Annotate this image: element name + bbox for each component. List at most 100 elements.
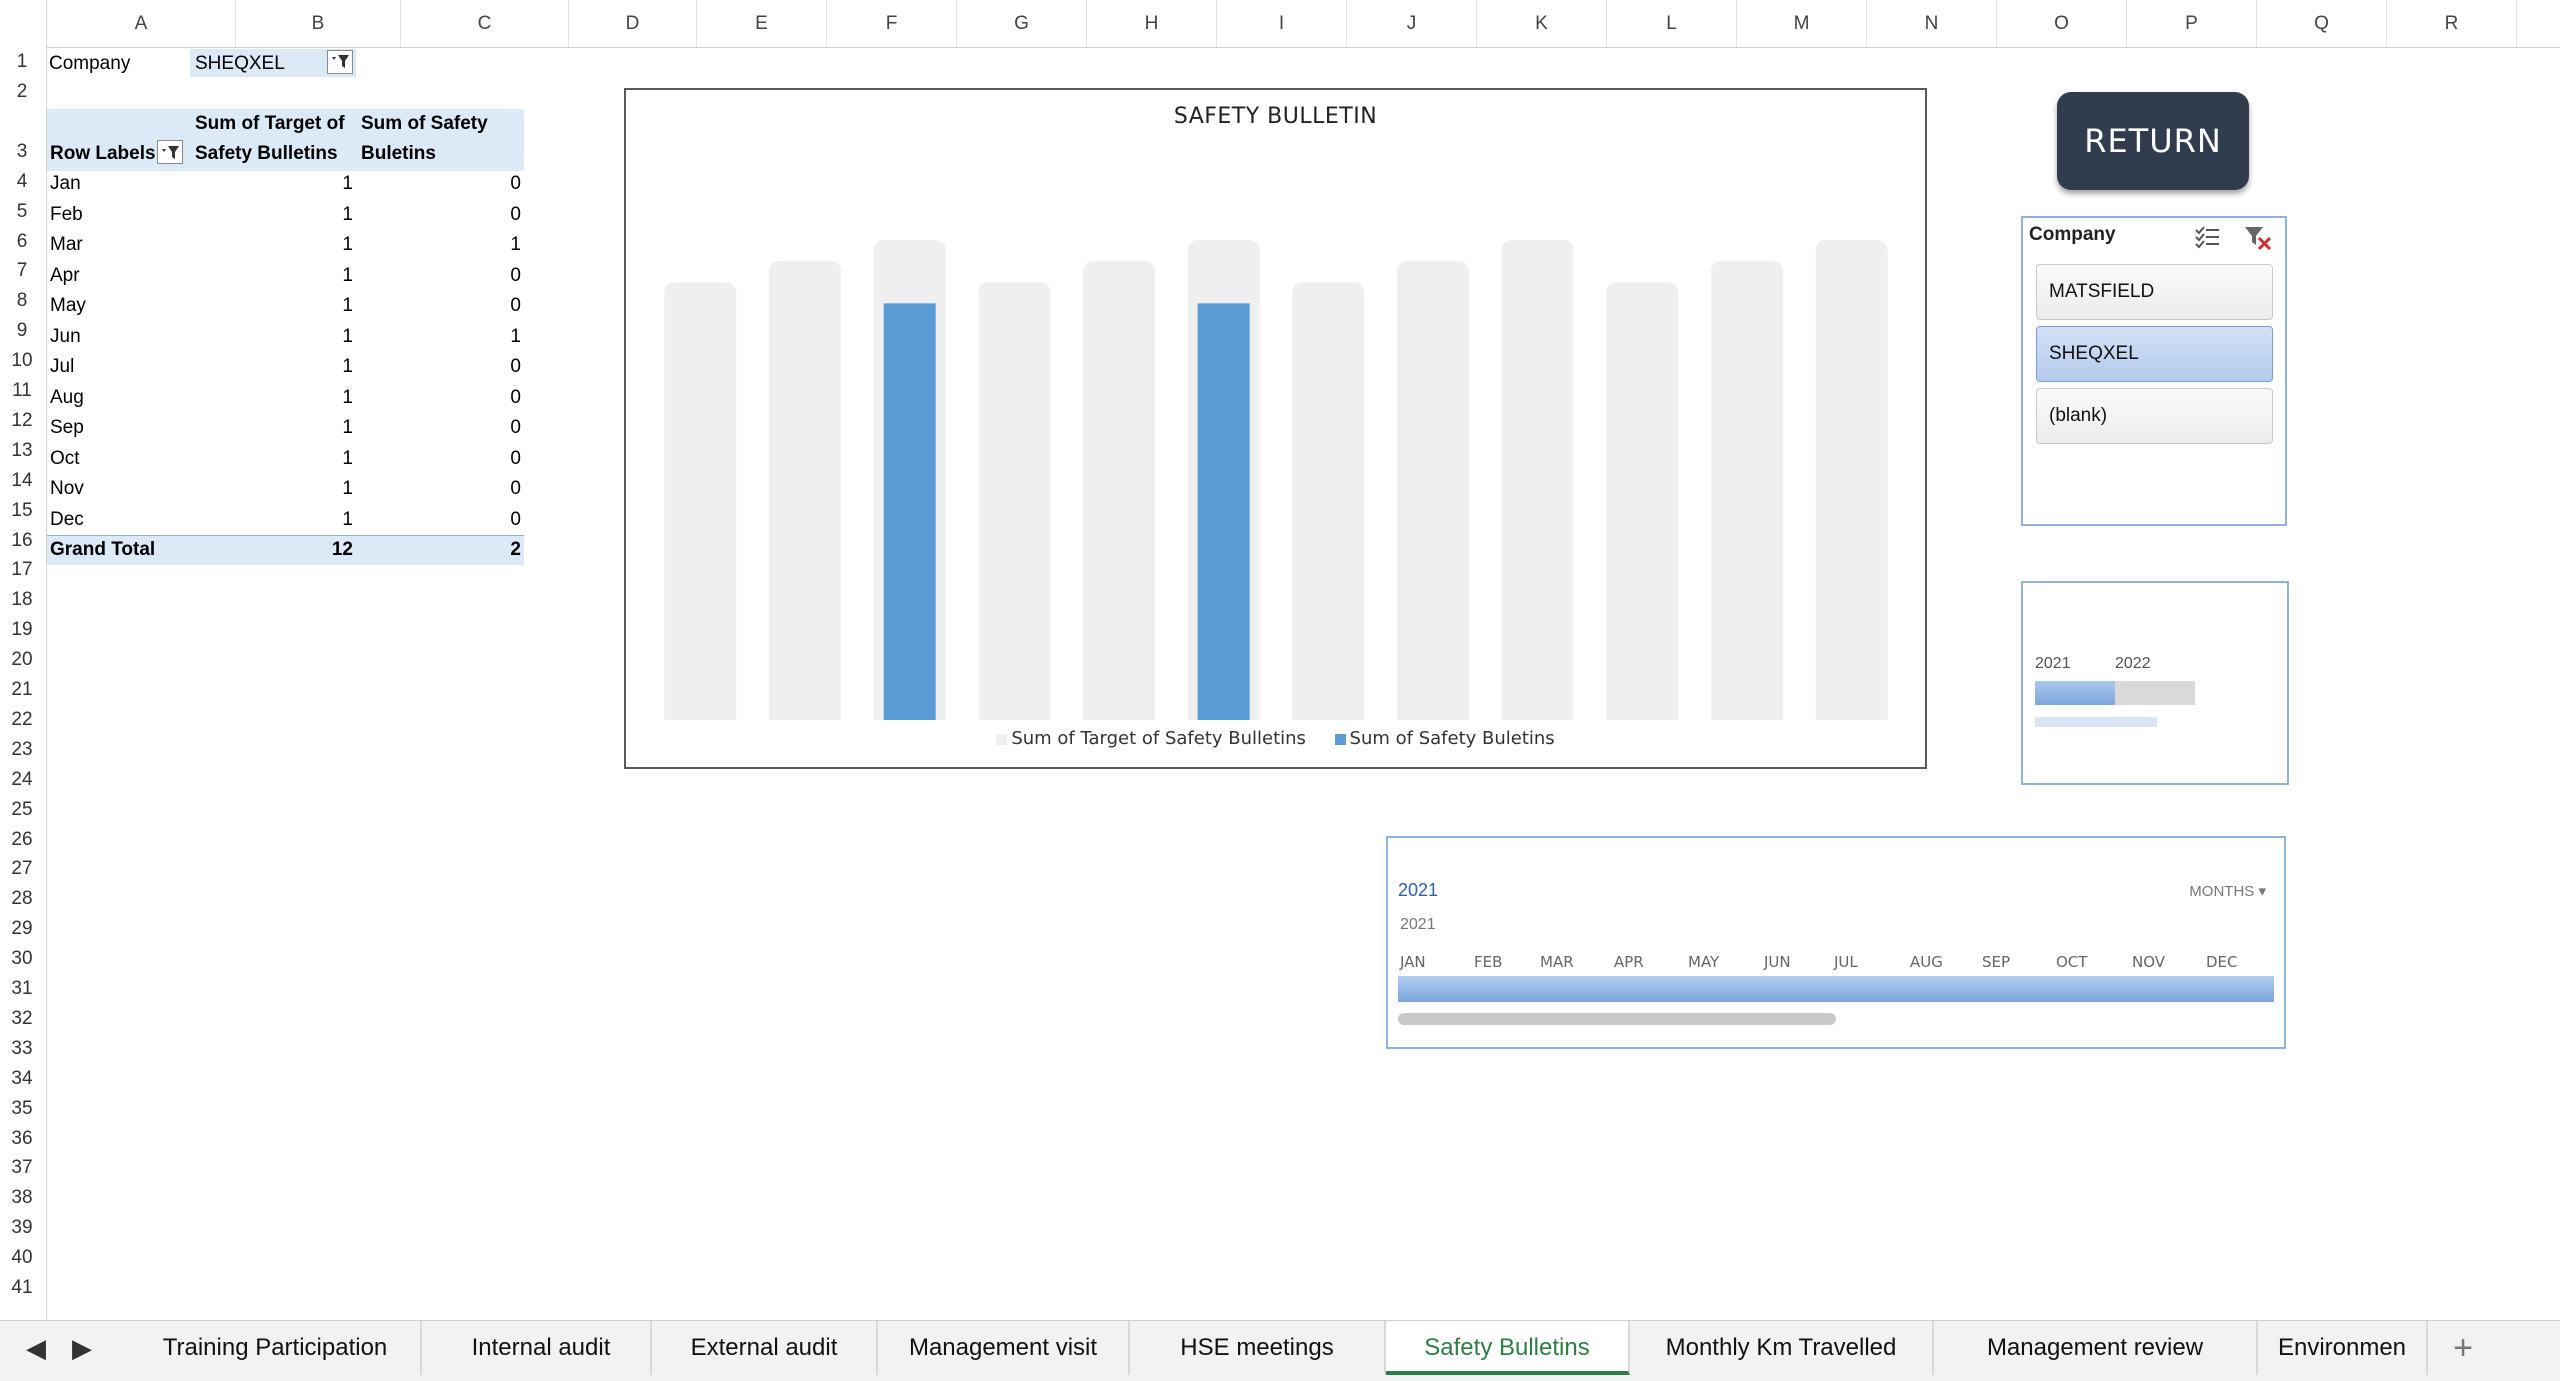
row-header-25[interactable]: 25 — [0, 795, 44, 825]
return-button[interactable]: RETURN — [2057, 92, 2249, 190]
bar-actual-jun[interactable] — [1197, 303, 1250, 720]
row-header-24[interactable]: 24 — [0, 765, 44, 795]
year-timeline[interactable]: 2021 2022 — [2021, 581, 2289, 785]
pivot-target-value[interactable]: 1 — [190, 444, 353, 474]
pivot-row-label[interactable]: Jan — [50, 169, 180, 199]
row-header-13[interactable]: 13 — [0, 436, 44, 466]
slicer-item-matsfield[interactable]: MATSFIELD — [2036, 264, 2273, 320]
column-header-o[interactable]: O — [1997, 0, 2127, 47]
pivot-sum-value[interactable]: 1 — [356, 322, 521, 352]
pivot-row-label[interactable]: Nov — [50, 474, 180, 504]
bar-target-nov[interactable] — [1711, 261, 1783, 720]
column-header-j[interactable]: J — [1347, 0, 1477, 47]
bar-target-oct[interactable] — [1606, 282, 1679, 720]
column-header-s[interactable]: S — [2517, 0, 2560, 47]
pivot-sum-value[interactable]: 0 — [356, 383, 521, 413]
row-header-33[interactable]: 33 — [0, 1034, 44, 1064]
pivot-target-value[interactable]: 1 — [190, 230, 353, 260]
slicer-item-sheqxel[interactable]: SHEQXEL — [2036, 326, 2273, 382]
tab-external-audit[interactable]: External audit — [652, 1321, 878, 1375]
pivot-row-label[interactable]: Oct — [50, 444, 180, 474]
pivot-sum-value[interactable]: 0 — [356, 505, 521, 535]
pivot-target-value[interactable]: 1 — [190, 169, 353, 199]
row-header-3[interactable]: 3 — [0, 107, 44, 167]
pivot-sum-value[interactable]: 0 — [356, 474, 521, 504]
timeline-scrollbar[interactable] — [1398, 1013, 1836, 1025]
pivot-row-label[interactable]: Mar — [50, 230, 180, 260]
row-header-39[interactable]: 39 — [0, 1213, 44, 1243]
timeline-month-jul[interactable]: JUL — [1834, 953, 1858, 971]
pivot-row-label[interactable]: Dec — [50, 505, 180, 535]
row-header-17[interactable]: 17 — [0, 555, 44, 585]
pivot-target-value[interactable]: 1 — [190, 261, 353, 291]
bar-target-aug[interactable] — [1397, 261, 1469, 720]
row-header-35[interactable]: 35 — [0, 1094, 44, 1124]
timeline-month-apr[interactable]: APR — [1614, 953, 1644, 971]
row-header-36[interactable]: 36 — [0, 1124, 44, 1154]
pivot-row-label[interactable]: Feb — [50, 200, 180, 230]
timeline-month-jun[interactable]: JUN — [1764, 953, 1791, 971]
column-header-r[interactable]: R — [2387, 0, 2517, 47]
pivot-target-value[interactable]: 1 — [190, 383, 353, 413]
timeline-month-sep[interactable]: SEP — [1982, 953, 2010, 971]
bar-target-jul[interactable] — [1292, 282, 1365, 720]
row-header-2[interactable]: 2 — [0, 77, 44, 107]
row-header-8[interactable]: 8 — [0, 286, 44, 316]
column-header-c[interactable]: C — [401, 0, 569, 47]
bar-actual-mar[interactable] — [883, 303, 936, 720]
pivot-sum-value[interactable]: 0 — [356, 261, 521, 291]
row-header-30[interactable]: 30 — [0, 944, 44, 974]
pivot-target-value[interactable]: 1 — [190, 352, 353, 382]
row-header-22[interactable]: 22 — [0, 705, 44, 735]
row-header-38[interactable]: 38 — [0, 1183, 44, 1213]
pivot-sum-value[interactable]: 0 — [356, 169, 521, 199]
row-header-20[interactable]: 20 — [0, 645, 44, 675]
tab-environmen[interactable]: Environmen — [2258, 1321, 2428, 1375]
tab-hse-meetings[interactable]: HSE meetings — [1130, 1321, 1386, 1375]
row-header-27[interactable]: 27 — [0, 854, 44, 884]
pivot-row-label[interactable]: May — [50, 291, 180, 321]
pivot-sum-value[interactable]: 0 — [356, 291, 521, 321]
row-header-37[interactable]: 37 — [0, 1153, 44, 1183]
filter-value[interactable]: SHEQXEL — [195, 49, 325, 79]
column-header-e[interactable]: E — [697, 0, 827, 47]
add-sheet-button[interactable]: + — [2428, 1321, 2498, 1375]
row-header-31[interactable]: 31 — [0, 974, 44, 1004]
safety-bulletin-chart[interactable]: SAFETY BULLETIN 0Jan0Feb1Mar0Apr0May1Jun… — [624, 88, 1927, 769]
multi-select-icon[interactable] — [2193, 224, 2221, 250]
pivot-target-value[interactable]: 1 — [190, 474, 353, 504]
row-header-16[interactable]: 16 — [0, 526, 44, 556]
company-filter-button[interactable] — [327, 50, 353, 74]
select-all-corner[interactable] — [0, 0, 47, 47]
pivot-target-value[interactable]: 1 — [190, 200, 353, 230]
column-header-k[interactable]: K — [1477, 0, 1607, 47]
pivot-row-label[interactable]: Sep — [50, 413, 180, 443]
pivot-sum-value[interactable]: 0 — [356, 200, 521, 230]
row-header-11[interactable]: 11 — [0, 376, 44, 406]
row-header-23[interactable]: 23 — [0, 735, 44, 765]
month-timeline[interactable]: 2021 MONTHS ▾ 2021 JAN FEB MAR APR MAY JUN JUL… — [1386, 836, 2286, 1049]
row-header-34[interactable]: 34 — [0, 1064, 44, 1094]
column-header-d[interactable]: D — [569, 0, 697, 47]
row-header-18[interactable]: 18 — [0, 585, 44, 615]
column-header-i[interactable]: I — [1217, 0, 1347, 47]
row-header-14[interactable]: 14 — [0, 466, 44, 496]
timeline-month-oct[interactable]: OCT — [2056, 953, 2087, 971]
clear-filter-icon[interactable] — [2243, 224, 2273, 250]
bar-target-feb[interactable] — [769, 261, 841, 720]
row-labels-filter-button[interactable] — [157, 140, 183, 164]
row-header-15[interactable]: 15 — [0, 496, 44, 526]
row-header-1[interactable]: 1 — [0, 47, 44, 77]
timeline-month-selection[interactable] — [1398, 976, 2274, 1002]
column-header-a[interactable]: A — [47, 0, 236, 47]
timeline-scrollbar[interactable] — [2035, 717, 2157, 727]
tab-monthly-km-travelled[interactable]: Monthly Km Travelled — [1630, 1321, 1934, 1375]
row-header-12[interactable]: 12 — [0, 406, 44, 436]
column-header-p[interactable]: P — [2127, 0, 2257, 47]
tab-internal-audit[interactable]: Internal audit — [432, 1321, 652, 1375]
pivot-sum-value[interactable]: 1 — [356, 230, 521, 260]
row-header-10[interactable]: 10 — [0, 346, 44, 376]
pivot-target-value[interactable]: 1 — [190, 322, 353, 352]
timeline-month-dec[interactable]: DEC — [2206, 953, 2238, 971]
column-header-h[interactable]: H — [1087, 0, 1217, 47]
